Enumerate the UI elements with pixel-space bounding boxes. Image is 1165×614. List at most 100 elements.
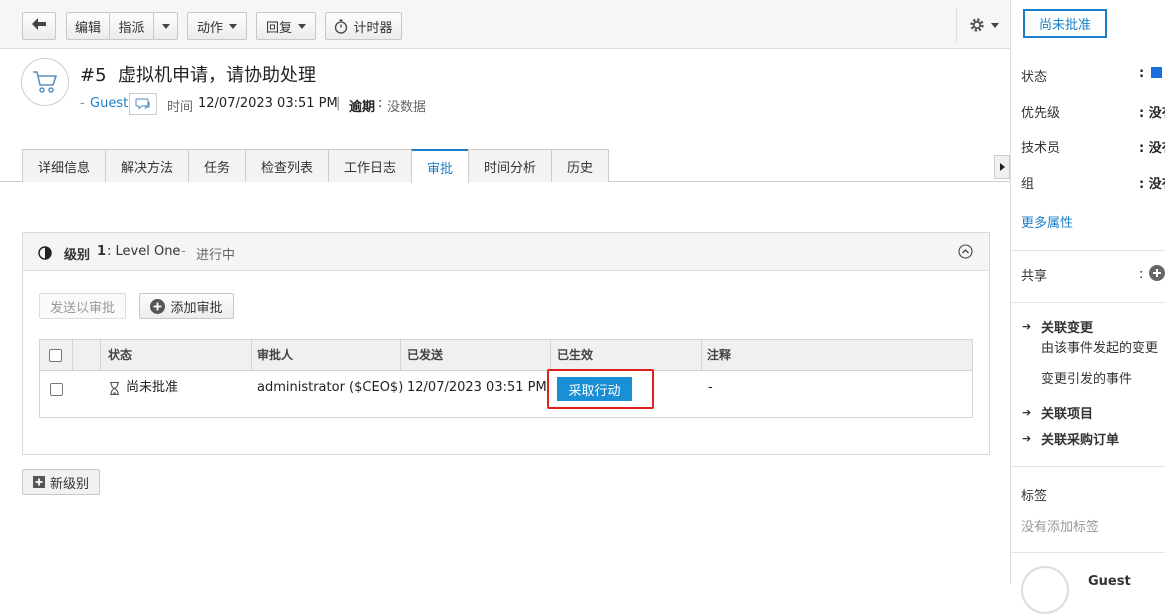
column-header-acted[interactable]: 已生效 (557, 340, 593, 371)
separator: | (336, 96, 341, 111)
change-from-incident-link[interactable]: 由该事件发起的变更 (1041, 337, 1158, 356)
add-circle-icon (150, 298, 166, 314)
time-label: 时间 (167, 100, 194, 115)
arrow-right-icon: ➔ (1022, 406, 1032, 419)
chevron-down-icon (990, 22, 999, 28)
select-all-checkbox[interactable] (49, 349, 62, 362)
edit-button[interactable]: 编辑 (66, 12, 110, 40)
conversation-button[interactable] (129, 93, 157, 115)
stopwatch-icon (334, 19, 348, 34)
time-value: 12/07/2023 03:51 PM (198, 96, 338, 111)
avatar (1021, 566, 1069, 614)
gear-icon (969, 17, 985, 33)
column-header-approver[interactable]: 审批人 (257, 340, 293, 371)
tab-history[interactable]: 历史 (551, 149, 609, 182)
divider (1011, 466, 1165, 467)
timer-label: 计时器 (353, 20, 393, 36)
related-po-heading[interactable]: 关联采购订单 (1041, 429, 1119, 448)
row-approver: administrator ($CEO$) (257, 380, 404, 395)
triangle-right-icon (999, 163, 1005, 171)
due-value: 没数据 (387, 100, 427, 115)
chevron-down-icon (229, 23, 237, 29)
due-label: 逾期 (349, 100, 376, 115)
progress-half-icon (38, 246, 52, 260)
table-header (40, 340, 972, 371)
tab-time-analysis[interactable]: 时间分析 (468, 149, 552, 182)
divider (1011, 302, 1165, 303)
status-square-icon (1151, 67, 1163, 78)
actions-label: 动作 (196, 20, 223, 36)
settings-gear-button[interactable] (956, 8, 1010, 42)
level-status: 进行中 (196, 248, 236, 263)
tab-scroll-right-button[interactable] (994, 155, 1010, 179)
request-title: #5 虚拟机申请，请协助处理 (80, 65, 316, 86)
divider (1011, 552, 1165, 553)
plus-square-icon (32, 476, 45, 488)
send-for-approval-button[interactable]: 发送以审批 (39, 293, 126, 319)
property-value-group[interactable]: : 没有 (1139, 173, 1165, 192)
tab-approvals[interactable]: 审批 (411, 149, 469, 183)
column-divider (701, 340, 702, 371)
share-colon: : (1139, 267, 1144, 282)
arrow-right-icon: ➔ (1022, 432, 1032, 445)
actions-button[interactable]: 动作 (187, 12, 247, 40)
reply-button[interactable]: 回复 (256, 12, 316, 40)
title-dash: - (80, 96, 85, 111)
property-label-group: 组 (1021, 177, 1035, 192)
column-divider (72, 340, 73, 371)
related-items-heading[interactable]: 关联项目 (1041, 403, 1093, 422)
chevron-down-icon (298, 23, 306, 29)
tab-solution[interactable]: 解决方法 (105, 149, 189, 182)
tab-details[interactable]: 详细信息 (22, 149, 106, 182)
property-label-status: 状态 (1021, 70, 1048, 85)
row-status: 尚未批准 (126, 380, 179, 395)
column-header-sent[interactable]: 已发送 (407, 340, 443, 371)
status-button[interactable]: 尚未批准 (1023, 9, 1107, 38)
level-number: 1 (97, 244, 107, 259)
add-approval-button[interactable]: 添加审批 (139, 293, 234, 319)
add-approval-label: 添加审批 (170, 300, 223, 316)
tab-worklog[interactable]: 工作日志 (328, 149, 412, 182)
column-divider (400, 340, 401, 371)
property-value-status: : (1139, 66, 1163, 81)
column-header-status[interactable]: 状态 (108, 340, 132, 371)
user-name: Guest (1088, 574, 1131, 589)
level-dash: - (181, 244, 186, 259)
new-level-button[interactable]: 新级别 (22, 469, 100, 495)
property-label-technician: 技术员 (1021, 141, 1061, 156)
level-label: 级别 (64, 248, 91, 263)
divider (1011, 250, 1165, 251)
property-label-priority: 优先级 (1021, 106, 1061, 121)
status-colon: : (1139, 66, 1145, 81)
property-value-priority[interactable]: : 没有 (1139, 102, 1165, 121)
assign-dropdown-button[interactable] (153, 12, 178, 40)
row-checkbox[interactable] (50, 383, 63, 396)
arrow-left-icon (32, 18, 46, 34)
row-comment: - (708, 380, 713, 395)
tab-tasks[interactable]: 任务 (188, 149, 246, 182)
collapse-icon[interactable] (958, 244, 973, 259)
add-circle-icon[interactable] (1149, 265, 1165, 285)
requester-link[interactable]: Guest (90, 96, 128, 111)
change-caused-incident-link[interactable]: 变更引发的事件 (1041, 368, 1132, 387)
related-changes-heading[interactable]: 关联变更 (1041, 317, 1093, 336)
property-value-technician[interactable]: : 没有 (1139, 137, 1165, 156)
share-value: : (1139, 265, 1165, 285)
due-colon: : (378, 96, 383, 111)
assign-button[interactable]: 指派 (109, 12, 154, 40)
hourglass-icon (109, 382, 120, 395)
column-divider (100, 340, 101, 371)
reply-label: 回复 (265, 20, 292, 36)
request-type-avatar (21, 58, 69, 106)
chevron-down-icon (161, 23, 170, 29)
timer-button[interactable]: 计时器 (325, 12, 402, 40)
column-header-comments[interactable]: 注释 (707, 340, 731, 371)
take-action-button[interactable]: 采取行动 (557, 377, 632, 401)
row-sent: 12/07/2023 03:51 PM (407, 380, 547, 395)
shopping-cart-icon (32, 70, 58, 94)
chat-bubble-icon (135, 98, 151, 111)
more-properties-link[interactable]: 更多属性 (1021, 212, 1073, 231)
no-tags-text: 没有添加标签 (1021, 520, 1100, 535)
tab-checklist[interactable]: 检查列表 (245, 149, 329, 182)
back-button[interactable] (22, 12, 56, 40)
